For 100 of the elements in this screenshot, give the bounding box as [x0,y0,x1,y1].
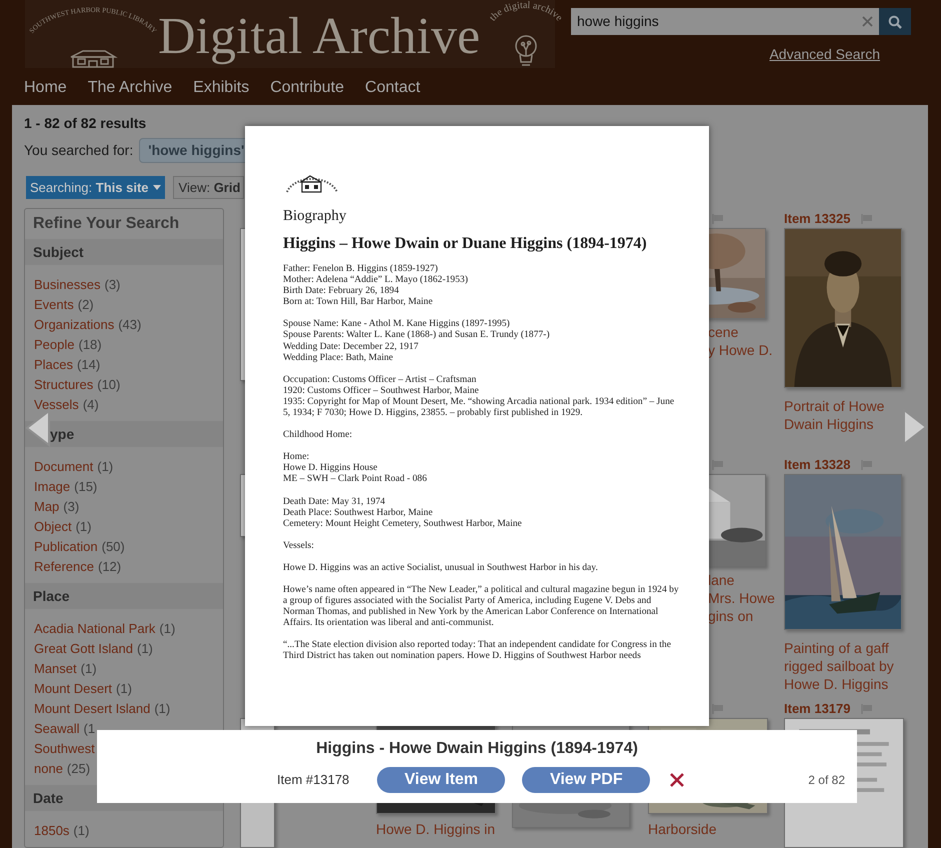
facet-count: (1) [73,822,90,840]
badge-arc-text: the digital archive [487,0,564,24]
facet-link[interactable]: Structures [34,375,94,395]
facet-link[interactable]: Image [34,477,70,497]
facet-count: (14) [77,356,100,374]
item-caption-link[interactable]: Howe D. Higgins in [376,820,496,838]
nav-link[interactable]: Contact [365,76,420,100]
close-icon[interactable] [669,772,686,788]
facet-link[interactable]: Places [34,355,74,375]
page-position: 2 of 82 [808,772,845,789]
facet-count: (1) [116,680,132,698]
document-text: 1920: Customs Officer – Southwest Harbor, Maine [283,384,480,396]
document-text: “...The State election division also reported today: That an independent candidate for Congress in the Third District has taken out nomination papers. Howe D. Higgins of Southwest Harbor needs [283,639,672,662]
document-text: Father: Fenelon B. Higgins (1859-1927) [283,263,439,274]
flag-icon [712,704,723,714]
document-title: Biography [283,207,348,225]
facet-count: (15) [74,478,98,496]
facet-count: (2) [78,296,94,314]
facet-count: (1) [76,518,92,536]
document-text: Occupation: Customs Officer – Artist – Craftsman [283,374,478,385]
document-text: Howe’s name often appeared in “The New Leader,” a political and cultural magazine begun in 1924 by a group of figures associated with the Socialist Party of America, including Eugene V. Debs and Norman Thomas, and published in New York by the American Labor Conference on International Affairs. Its orientation was liberal and anti-communist. [283,584,679,628]
advanced-search-link[interactable]: Advanced Search [769,44,880,65]
caret-icon [152,185,161,190]
section-heading: Place [33,586,70,606]
facet-count: (10) [97,376,120,394]
section-heading: ype [50,424,74,444]
facet-count: (4) [82,396,99,414]
clear-icon [862,16,873,27]
document-text: 1935: Copyright for Map of Mount Desert, Me. “showing Arcadia national park. 1934 edition” – June 5, 1934; F 7030; Howe D. Higgins, 23855. – probably first published in 1929. [283,396,676,418]
document-text: Childhood Home: [283,429,354,440]
facet-link[interactable]: Manset [34,659,77,679]
document-text: Death Place: Southwest Harbor, Maine [283,506,434,518]
facet-link[interactable]: Events [34,295,74,315]
document-text: Spouse Parents: Walter L. Kane (1868-) and Susan E. Trundy (1877-) [283,329,551,341]
nav-link[interactable]: Home [24,76,67,100]
refine-title: Refine Your Search [32,214,180,234]
facet-link[interactable]: Publication [34,537,98,557]
facet-count: (1 [84,720,96,738]
facet-count: (25) [66,760,90,778]
facet-count: (1) [159,620,176,638]
nav-link[interactable]: Exhibits [193,76,250,100]
site-title: Digital Archive [158,11,480,63]
result-count: 1 - 82 of 82 results [24,114,148,132]
item-caption-link[interactable]: lane [708,571,734,589]
search-button[interactable] [879,8,911,35]
facet-link[interactable]: Businesses [34,275,100,295]
item-caption-link[interactable]: cene [708,323,738,341]
view-dropdown[interactable]: View: Grid [172,176,244,199]
document-text: Cemetery: Mount Height Cemetery, Southwest Harbor, Maine [283,518,523,529]
facet-count: (1) [80,660,97,678]
facet-link[interactable]: Mount Desert Island [34,699,150,719]
search-field[interactable]: howe higgins [571,8,879,35]
facet-count: (43) [118,316,142,334]
flag-icon [712,214,723,224]
document-text: Howe D. Higgins House [283,462,378,474]
facet-count: (3) [104,276,120,294]
facet-link[interactable]: Acadia National Park [34,619,156,639]
facet-link[interactable]: Map [34,497,60,517]
document-text: Born at: Town Hill, Bar Harbor, Maine [283,296,434,308]
nav-link[interactable]: The Archive [88,76,172,100]
facet-link[interactable]: none [34,759,63,779]
item-caption-link[interactable]: Painting of a gaff rigged sailboat by Howe D. Higgins [784,639,904,693]
document-text: Wedding Place: Bath, Maine [283,352,394,363]
facet-link[interactable]: Southwest [34,739,95,759]
item-number: Item 13325 [784,210,850,228]
facet-count: (1) [154,700,170,718]
facet-link[interactable]: Reference [34,557,94,577]
view-button[interactable]: View PDF [522,767,650,793]
facet-count: (3) [63,498,80,516]
facet-count: (18) [78,336,102,354]
section-heading: Subject [33,242,84,262]
facet-link[interactable]: Seawall [34,719,80,739]
facet-link[interactable]: Great Gott Island [34,639,133,659]
search-icon [888,14,902,28]
document-text: Spouse Name: Kane - Athol M. Kane Higgins (1897-1995) [283,318,511,330]
facet-link[interactable]: Mount Desert [34,679,112,699]
facet-link[interactable]: People [34,335,74,355]
facet-link[interactable]: Object [34,517,72,537]
nav-link[interactable]: Contribute [270,76,344,100]
facet-link[interactable]: Vessels [34,395,79,415]
scope-dropdown[interactable]: Searching: This site [26,176,165,199]
item-caption-link[interactable]: gins on [708,607,754,625]
view-button[interactable]: View Item [377,767,506,793]
document-text: ME – SWH – Clark Point Road - 086 [283,473,428,484]
facet-link[interactable]: Document [34,457,94,477]
facet-link[interactable]: 1850s [34,821,70,841]
item-caption-link[interactable]: Portrait of Howe Dwain Higgins [784,397,904,433]
section-heading: Date [33,788,64,808]
flag-icon [712,460,723,470]
item-number: Item 13328 [784,456,850,474]
document-heading: Higgins – Howe Dwain or Duane Higgins (1894-1974) [283,234,648,254]
item-number: Item #13178 [277,771,350,790]
facet-link[interactable]: Organizations [34,315,114,335]
document-text: Mother: Adelena “Addie” L. Mayo (1862-1953) [283,274,469,286]
item-caption-link[interactable]: Harborside [648,820,716,838]
document-text: Death Date: May 31, 1974 [283,496,386,507]
document-text: Birth Date: February 26, 1894 [283,285,400,296]
document-text: Wedding Date: December 22, 1917 [283,340,420,352]
house-icon [70,50,118,68]
item-caption-link[interactable]: Mrs. Howe [708,589,775,607]
